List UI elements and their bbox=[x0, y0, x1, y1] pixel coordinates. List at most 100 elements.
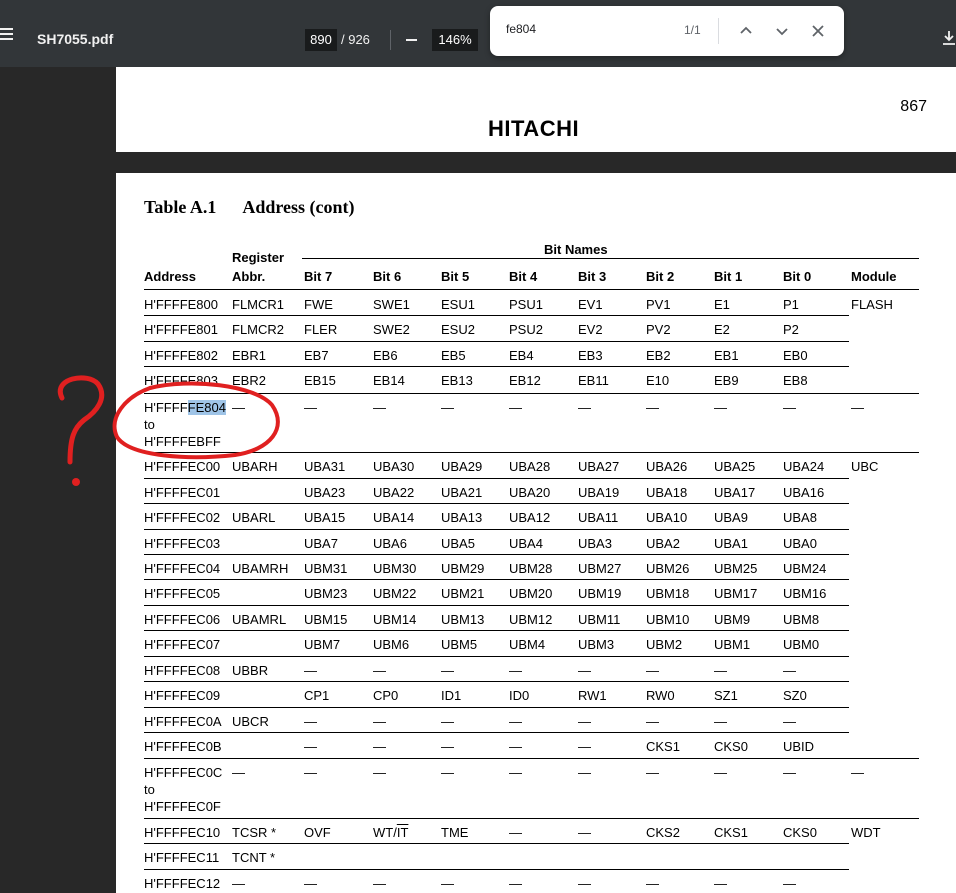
table-row-bit-3: UBA11 bbox=[578, 510, 619, 525]
table-row-bit-7: — bbox=[304, 714, 317, 729]
header-bit-2: Bit 2 bbox=[646, 269, 675, 284]
table-row-address: H'FFFFEC05 bbox=[144, 586, 221, 601]
table-row-bit-2: UBM26 bbox=[646, 561, 690, 576]
table-row-bit-0: — bbox=[783, 765, 796, 780]
address-prefix: H'FFFF bbox=[144, 400, 188, 415]
table-row-bit-2: UBA10 bbox=[646, 510, 688, 525]
table-row-bit-7: UBM15 bbox=[304, 612, 348, 627]
table-row-bit-2: PV1 bbox=[646, 297, 671, 312]
table-row-bit-4: — bbox=[509, 663, 522, 678]
header-bit-0: Bit 0 bbox=[783, 269, 812, 284]
table-row-bit-4: ID0 bbox=[509, 688, 530, 703]
table-row-bit-2: EB2 bbox=[646, 348, 671, 363]
table-row-bit-5: UBA29 bbox=[441, 459, 483, 474]
page-number-input[interactable]: 890 bbox=[305, 29, 337, 51]
table-row-bit-4: — bbox=[509, 739, 522, 754]
find-highlight: FE804 bbox=[187, 400, 226, 415]
table-row-bit-0: UBA8 bbox=[783, 510, 817, 525]
table-row-address: H'FFFFEC10 bbox=[144, 825, 221, 840]
table-title: Table A.1 Address (cont) bbox=[144, 197, 355, 218]
table-row-abbr: EBR2 bbox=[232, 373, 266, 388]
table-row-abbr: FLMCR1 bbox=[232, 297, 285, 312]
table-row-bit-7: UBM31 bbox=[304, 561, 348, 576]
table-row-address: H'FFFFEC02 bbox=[144, 510, 221, 525]
table-row-module: FLASH bbox=[851, 297, 893, 312]
table-row-bit-1: CKS1 bbox=[714, 825, 748, 840]
find-bar: fe804 1/1 bbox=[490, 6, 844, 56]
table-row-address: H'FFFFEC0B bbox=[144, 739, 222, 754]
header-rule bbox=[144, 289, 919, 290]
download-icon[interactable] bbox=[942, 30, 956, 46]
table-row-bit-7: OVF bbox=[304, 825, 331, 840]
table-row-address: H'FFFFEC12 bbox=[144, 876, 221, 891]
table-row-bit-4: EB4 bbox=[509, 348, 534, 363]
chevron-down-icon[interactable] bbox=[770, 19, 794, 43]
table-row-bit-4: — bbox=[509, 400, 522, 415]
table-row-abbr: — bbox=[232, 765, 245, 780]
chevron-up-icon[interactable] bbox=[734, 19, 758, 43]
table-row-bit-6: UBM22 bbox=[373, 586, 417, 601]
zoom-out-button[interactable] bbox=[406, 39, 417, 41]
zoom-level-input[interactable]: 146% bbox=[432, 29, 478, 51]
table-row-address-cont: H'FFFFEBFF bbox=[144, 434, 221, 449]
header-address: Address bbox=[144, 269, 197, 284]
table-row-bit-1: SZ1 bbox=[714, 688, 738, 703]
table-row-bit-3: — bbox=[578, 876, 591, 891]
table-row-address: to bbox=[144, 782, 155, 797]
row-rule bbox=[144, 393, 919, 394]
row-rule bbox=[144, 869, 849, 870]
hamburger-icon[interactable] bbox=[0, 28, 16, 42]
table-row-bit-2: UBM18 bbox=[646, 586, 690, 601]
table-row-bit-6: SWE1 bbox=[373, 297, 410, 312]
row-rule bbox=[144, 630, 849, 631]
table-row-address: H'FFFFE801 bbox=[144, 322, 218, 337]
table-row-bit-0: EB8 bbox=[783, 373, 808, 388]
table-row-bit-4: — bbox=[509, 714, 522, 729]
table-row-abbr: UBARH bbox=[232, 459, 278, 474]
table-row-bit-3: EV1 bbox=[578, 297, 603, 312]
table-row-address: H'FFFFEC06 bbox=[144, 612, 221, 627]
table-row-abbr: UBCR bbox=[232, 714, 269, 729]
table-row-bit-7: EB7 bbox=[304, 348, 329, 363]
table-row-abbr: UBAMRH bbox=[232, 561, 289, 576]
table-row-bit-7: EB15 bbox=[304, 373, 336, 388]
table-row-bit-1: — bbox=[714, 876, 727, 891]
row-rule bbox=[144, 758, 919, 759]
close-icon[interactable] bbox=[806, 19, 830, 43]
table-row-bit-7: — bbox=[304, 663, 317, 678]
table-row-bit-6: CP0 bbox=[373, 688, 399, 703]
table-row-abbr: TCSR * bbox=[232, 825, 277, 840]
document-viewer[interactable]: 867 HITACHI Table A.1 Address (cont) Regi… bbox=[0, 67, 956, 893]
table-row-bit-1: UBA1 bbox=[714, 536, 748, 551]
header-bit-6: Bit 6 bbox=[373, 269, 402, 284]
table-row-abbr: EBR1 bbox=[232, 348, 266, 363]
table-row-bit-5: UBM13 bbox=[441, 612, 485, 627]
table-row-address: H'FFFFE803 bbox=[144, 373, 218, 388]
header-bit-4: Bit 4 bbox=[509, 269, 538, 284]
table-row-address: H'FFFFEC00 bbox=[144, 459, 221, 474]
table-row-bit-1: EB1 bbox=[714, 348, 739, 363]
table-row-bit-5: UBM5 bbox=[441, 637, 478, 652]
table-row-bit-7: — bbox=[304, 400, 317, 415]
table-row-bit-4: UBM12 bbox=[509, 612, 553, 627]
header-bit-3: Bit 3 bbox=[578, 269, 607, 284]
header-module: Module bbox=[851, 269, 897, 284]
table-row-bit-4: UBM28 bbox=[509, 561, 553, 576]
table-row-bit-1: E2 bbox=[714, 322, 730, 337]
table-row-bit-3: — bbox=[578, 825, 591, 840]
toolbar-divider bbox=[390, 30, 391, 50]
table-row-bit-5: UBA13 bbox=[441, 510, 483, 525]
table-row-bit-3: — bbox=[578, 714, 591, 729]
table-row-bit-6: — bbox=[373, 765, 386, 780]
table-row-address: H'FFFFEC0C bbox=[144, 765, 223, 780]
table-row-bit-0: UBM24 bbox=[783, 561, 827, 576]
table-row-bit-6: UBM14 bbox=[373, 612, 417, 627]
table-row-bit-0: EB0 bbox=[783, 348, 808, 363]
row-rule bbox=[144, 452, 919, 453]
table-row-address: H'FFFFEC0A bbox=[144, 714, 222, 729]
table-row-bit-3: — bbox=[578, 400, 591, 415]
find-input[interactable]: fe804 bbox=[506, 22, 656, 40]
table-row-bit-3: EV2 bbox=[578, 322, 603, 337]
table-row-bit-5: UBA21 bbox=[441, 485, 483, 500]
table-row-bit-5: — bbox=[441, 714, 454, 729]
